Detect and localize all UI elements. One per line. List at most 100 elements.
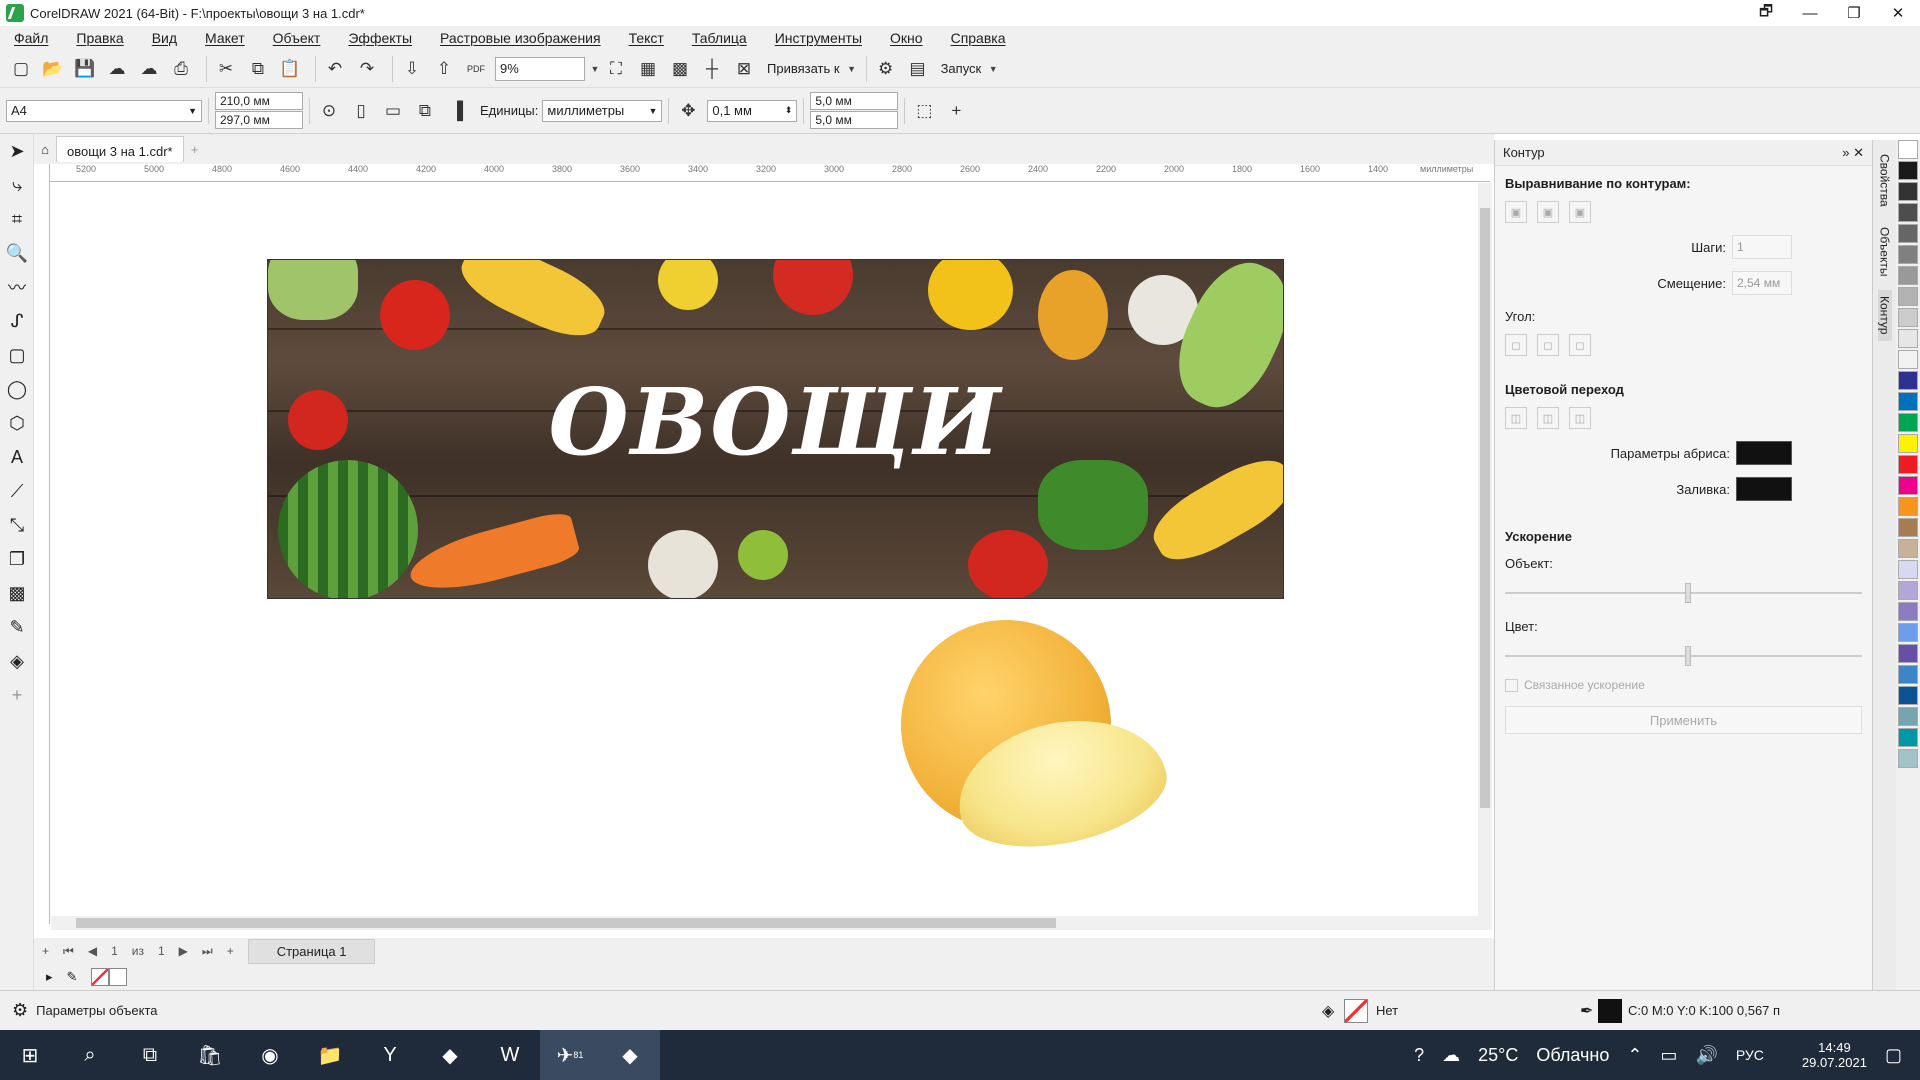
palette-swatch[interactable] — [1898, 749, 1918, 768]
battery-icon[interactable]: ▭ — [1660, 1045, 1677, 1066]
weather-icon[interactable]: ☁ — [1442, 1045, 1460, 1066]
palette-swatch[interactable] — [1898, 140, 1918, 159]
nudge-distance-input[interactable]: 0,1 мм ⬍ — [707, 99, 798, 122]
snap-to-button[interactable]: Привязать к — [767, 61, 840, 76]
pick-tool-icon[interactable]: ➤ — [0, 134, 34, 168]
menu-view[interactable]: Вид — [152, 30, 177, 46]
export-icon[interactable]: ⇧ — [431, 56, 457, 82]
add-tab-icon[interactable]: + — [184, 142, 206, 157]
copy-icon[interactable]: ⧉ — [245, 56, 271, 82]
contour-center-icon[interactable]: ▣ — [1505, 201, 1527, 223]
maximize-button[interactable]: ❐ — [1832, 0, 1876, 26]
zoom-tool-icon[interactable]: 🔍 — [0, 236, 34, 270]
page-size-select[interactable]: A4 ▼ — [6, 99, 202, 122]
tab-objects[interactable]: Объекты — [1878, 221, 1892, 283]
page-orientation-icon[interactable]: ⊙ — [316, 98, 342, 124]
next-page-icon[interactable]: ▶ — [179, 944, 188, 958]
vertical-scrollbar[interactable] — [1478, 183, 1492, 916]
close-button[interactable]: ✕ — [1876, 0, 1920, 26]
portrait-icon[interactable]: ▯ — [348, 98, 374, 124]
lang-indicator[interactable]: РУС — [1736, 1047, 1764, 1063]
undo-icon[interactable]: ↶ — [322, 56, 348, 82]
document-tab[interactable]: овощи 3 на 1.cdr* — [56, 136, 184, 162]
drop-shadow-icon[interactable]: ❐ — [0, 542, 34, 576]
launch-button[interactable]: Запуск — [941, 61, 982, 76]
freehand-tool-icon[interactable]: 〰 — [0, 270, 34, 304]
launch-dropdown-icon[interactable]: ▼ — [985, 57, 1001, 81]
palette-swatch[interactable] — [1898, 182, 1918, 201]
docker-expand-icon[interactable]: » — [1842, 145, 1849, 160]
polygon-tool-icon[interactable]: ⬡ — [0, 406, 34, 440]
apply-button[interactable]: Применить — [1505, 706, 1862, 734]
menu-bitmaps[interactable]: Растровые изображения — [440, 30, 601, 46]
palette-swatch[interactable] — [1898, 476, 1918, 495]
text-tool-icon[interactable]: A — [0, 440, 34, 474]
new-document-icon[interactable]: ▢ — [8, 56, 34, 82]
snap-off-icon[interactable]: ⊠ — [731, 56, 757, 82]
palette-swatch[interactable] — [1898, 287, 1918, 306]
corner-bevel-icon[interactable]: ◻ — [1569, 334, 1591, 356]
artistic-media-icon[interactable]: ᔑ — [0, 304, 34, 338]
palette-swatch[interactable] — [1898, 203, 1918, 222]
redo-icon[interactable]: ↷ — [354, 56, 380, 82]
chrome-icon[interactable]: ◉ — [240, 1030, 300, 1080]
all-pages-icon[interactable]: ⧉ — [412, 98, 438, 124]
offset-input[interactable]: 2,54 мм — [1732, 271, 1792, 295]
launch-icon[interactable]: ▤ — [905, 56, 931, 82]
volume-icon[interactable]: 🔊 — [1695, 1045, 1717, 1066]
menu-effects[interactable]: Эффекты — [348, 30, 412, 46]
start-icon[interactable]: ⊞ — [0, 1030, 60, 1080]
outline-color-swatch[interactable] — [1736, 441, 1792, 465]
save-icon[interactable]: 💾 — [72, 56, 98, 82]
coreldraw-active-icon[interactable]: ◆ — [600, 1030, 660, 1080]
telegram-icon[interactable]: ✈ 81 — [540, 1030, 600, 1080]
home-icon[interactable]: ⌂ — [34, 142, 56, 157]
palette-swatch[interactable] — [1898, 245, 1918, 264]
palette-swatch[interactable] — [1898, 581, 1918, 600]
open-icon[interactable]: 📂 — [40, 56, 66, 82]
zoom-level-input[interactable]: 9% — [495, 56, 585, 81]
notifications-icon[interactable]: ▢ — [1885, 1045, 1902, 1066]
export-pdf-icon[interactable]: PDF — [463, 56, 489, 82]
menu-table[interactable]: Таблица — [692, 30, 747, 46]
menu-help[interactable]: Справка — [951, 30, 1006, 46]
palette-swatch[interactable] — [1898, 224, 1918, 243]
palette-swatch[interactable] — [1898, 686, 1918, 705]
object-accel-slider[interactable] — [1505, 583, 1862, 603]
task-view-icon[interactable]: ⧉ — [120, 1030, 180, 1080]
word-icon[interactable]: W — [480, 1030, 540, 1080]
palette-swatch[interactable] — [1898, 707, 1918, 726]
coreldraw-task-icon[interactable]: ◆ — [420, 1030, 480, 1080]
menu-layout[interactable]: Макет — [205, 30, 245, 46]
palette-swatch[interactable] — [1898, 539, 1918, 558]
current-page-icon[interactable]: ▐ — [444, 98, 470, 124]
fill-swatch[interactable] — [1344, 998, 1368, 1023]
rulers-icon[interactable]: ▦ — [635, 56, 661, 82]
contour-inside-icon[interactable]: ▣ — [1537, 201, 1559, 223]
prev-page-icon[interactable]: ◀ — [88, 944, 97, 958]
menu-tools[interactable]: Инструменты — [775, 30, 862, 46]
palette-swatch[interactable] — [1898, 455, 1918, 474]
drawing-canvas[interactable]: ОВОЩИ — [51, 183, 1478, 916]
import-icon[interactable]: ⇩ — [399, 56, 425, 82]
palette-swatch[interactable] — [1898, 497, 1918, 516]
full-screen-icon[interactable]: ⛶ — [603, 56, 629, 82]
dimension-tool-icon[interactable]: ⟋ — [0, 474, 34, 508]
palette-swatch[interactable] — [1898, 665, 1918, 684]
zoom-dropdown-icon[interactable]: ▼ — [587, 57, 603, 81]
palette-swatch[interactable] — [1898, 350, 1918, 369]
add-toolbar-item-icon[interactable]: + — [943, 98, 969, 124]
guidelines-icon[interactable]: ┼ — [699, 56, 725, 82]
palette-swatch[interactable] — [1898, 308, 1918, 327]
menu-window[interactable]: Окно — [890, 30, 923, 46]
search-icon[interactable]: ⌕ — [60, 1030, 120, 1080]
help-tray-icon[interactable]: ? — [1414, 1045, 1424, 1066]
transparency-icon[interactable]: ▩ — [0, 576, 34, 610]
palette-swatch[interactable] — [1898, 392, 1918, 411]
units-select[interactable]: миллиметры ▼ — [542, 99, 663, 122]
eyedropper-icon[interactable]: ✎ — [0, 610, 34, 644]
options-gear-icon[interactable]: ⚙ — [873, 56, 899, 82]
grid-icon[interactable]: ▩ — [667, 56, 693, 82]
help-icon[interactable]: 🗗 — [1744, 0, 1788, 26]
horizontal-scrollbar[interactable] — [51, 916, 1492, 930]
